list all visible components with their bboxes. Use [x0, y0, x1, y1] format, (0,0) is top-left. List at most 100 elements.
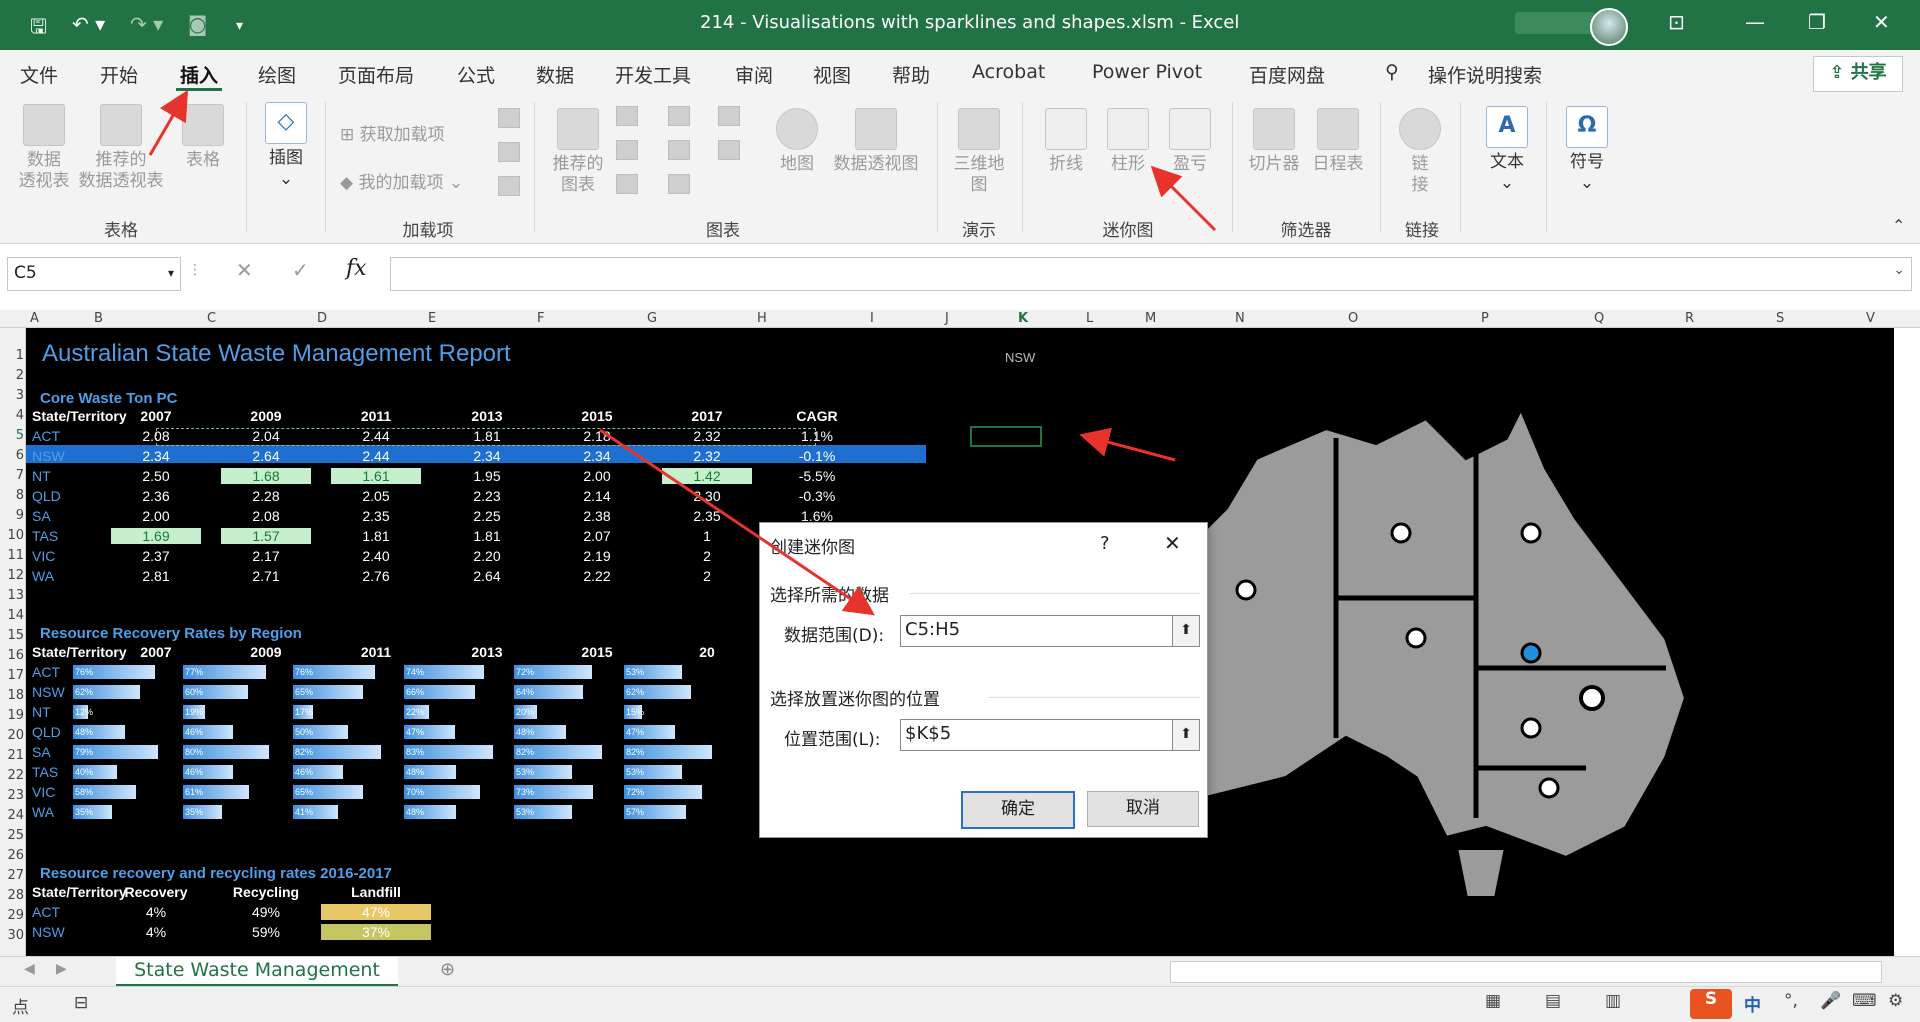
3d-map-button[interactable]: 三维地 图 — [950, 108, 1008, 196]
account-name[interactable] — [1515, 12, 1595, 34]
row-header[interactable]: 7 — [0, 468, 24, 483]
ok-button[interactable]: 确定 — [961, 791, 1075, 829]
row-header[interactable]: 21 — [0, 748, 24, 763]
my-addins-button[interactable]: ◆ 我的加载项 ⌄ — [340, 168, 463, 193]
column-header[interactable]: P — [1481, 311, 1489, 326]
slicer-button[interactable]: 切片器 — [1244, 108, 1304, 175]
column-header[interactable]: Q — [1594, 311, 1604, 326]
row-header[interactable]: 23 — [0, 788, 24, 803]
column-header[interactable]: H — [757, 311, 767, 326]
row-header[interactable]: 28 — [0, 888, 24, 903]
column-header[interactable]: C — [207, 311, 216, 326]
tas-marker[interactable] — [1538, 777, 1560, 799]
settings-icon[interactable]: ⚙ — [1888, 991, 1903, 1011]
ribbon-display-icon[interactable]: ⊡ — [1668, 10, 1685, 34]
row-header[interactable]: 12 — [0, 568, 24, 583]
tab-file[interactable]: 文件 — [20, 61, 58, 88]
row-header[interactable]: 9 — [0, 508, 24, 523]
tab-baidu[interactable]: 百度网盘 — [1249, 61, 1325, 88]
column-header[interactable]: A — [30, 311, 39, 326]
maps-button[interactable]: 地图 — [774, 108, 820, 175]
text-button[interactable]: A 文本 ⌄ — [1480, 106, 1534, 194]
people-icon[interactable] — [498, 108, 520, 128]
scatter-chart-icon[interactable] — [668, 174, 690, 194]
help-icon[interactable]: ? — [1100, 533, 1110, 554]
column-header[interactable]: O — [1348, 311, 1358, 326]
row-header[interactable]: 30 — [0, 928, 24, 943]
row-header[interactable]: 13 — [0, 588, 24, 603]
sa-marker[interactable] — [1405, 627, 1427, 649]
normal-view-icon[interactable]: ▦ — [1485, 991, 1501, 1011]
column-header[interactable]: S — [1776, 311, 1784, 326]
row-header[interactable]: 26 — [0, 848, 24, 863]
row-header[interactable]: 1 — [0, 348, 24, 363]
row-header[interactable]: 18 — [0, 688, 24, 703]
minimize-icon[interactable]: — — [1745, 10, 1765, 34]
collapse-dialog-icon[interactable]: ⬆ — [1172, 719, 1200, 751]
stat-chart-icon[interactable] — [668, 140, 690, 160]
nt-marker[interactable] — [1390, 522, 1412, 544]
close-icon[interactable]: ✕ — [1164, 531, 1181, 555]
undo-icon[interactable]: ↶ ▾ — [72, 12, 105, 36]
tab-data[interactable]: 数据 — [536, 61, 574, 88]
tab-draw[interactable]: 绘图 — [258, 61, 296, 88]
column-header[interactable]: N — [1235, 311, 1245, 326]
redo-icon[interactable]: ↷ ▾ — [130, 12, 163, 36]
row-header[interactable]: 24 — [0, 808, 24, 823]
formula-input[interactable]: ⌄ — [390, 257, 1912, 291]
active-cell-k5[interactable] — [970, 426, 1042, 447]
column-header[interactable]: E — [428, 311, 436, 326]
australia-map[interactable] — [1126, 398, 1686, 918]
sparkline-winloss-button[interactable]: 盈亏 — [1164, 108, 1216, 175]
close-icon[interactable]: ✕ — [1873, 10, 1890, 34]
punctuation-icon[interactable]: °, — [1784, 991, 1798, 1011]
data-range-input[interactable]: C5:H5 — [900, 615, 1178, 647]
sparkline-line-button[interactable]: 折线 — [1040, 108, 1092, 175]
combo-chart-icon[interactable] — [718, 140, 740, 160]
column-header[interactable]: I — [870, 311, 874, 326]
name-box[interactable]: C5 ▾ — [7, 257, 181, 291]
tab-review[interactable]: 审阅 — [735, 61, 773, 88]
sogou-ime-icon[interactable]: S — [1690, 989, 1732, 1019]
recommended-charts-button[interactable]: 推荐的 图表 — [548, 108, 608, 196]
row-header[interactable]: 17 — [0, 668, 24, 683]
row-header[interactable]: 14 — [0, 608, 24, 623]
column-header[interactable]: R — [1685, 311, 1694, 326]
link-button[interactable]: 链 接 — [1394, 108, 1446, 196]
bing-icon[interactable] — [498, 142, 520, 162]
column-header[interactable]: D — [317, 311, 327, 326]
row-header[interactable]: 27 — [0, 868, 24, 883]
row-header[interactable]: 22 — [0, 768, 24, 783]
page-layout-view-icon[interactable]: ▤ — [1545, 991, 1561, 1011]
table-button[interactable]: 表格 — [178, 104, 228, 171]
recommended-pivot-button[interactable]: 推荐的 数据透视表 — [76, 104, 166, 192]
column-header[interactable]: J — [945, 311, 949, 326]
row-header[interactable]: 6 — [0, 448, 24, 463]
timeline-button[interactable]: 日程表 — [1308, 108, 1368, 175]
expand-icon[interactable]: ⌄ — [1893, 262, 1905, 278]
act-marker[interactable] — [1579, 685, 1605, 711]
tab-acrobat[interactable]: Acrobat — [972, 61, 1045, 83]
function-icon[interactable]: fx — [346, 256, 367, 281]
tab-scroll-right-icon[interactable]: ▶ — [56, 961, 67, 977]
tab-developer[interactable]: 开发工具 — [615, 61, 691, 88]
row-header[interactable]: 3 — [0, 388, 24, 403]
share-button[interactable]: ⇪ 共享 — [1813, 56, 1903, 92]
row-header[interactable]: 25 — [0, 828, 24, 843]
tab-home[interactable]: 开始 — [100, 61, 138, 88]
customize-qat-icon[interactable]: ▾ — [236, 18, 243, 34]
enter-icon[interactable]: ✓ — [292, 258, 309, 282]
wa-marker[interactable] — [1235, 579, 1257, 601]
line-chart-icon[interactable] — [616, 140, 638, 160]
hierarchy-chart-icon[interactable] — [668, 106, 690, 126]
get-addins-button[interactable]: ⊞ 获取加载项 — [340, 120, 445, 145]
waterfall-chart-icon[interactable] — [718, 106, 740, 126]
row-header[interactable]: 4 — [0, 408, 24, 423]
row-header[interactable]: 20 — [0, 728, 24, 743]
tab-help[interactable]: 帮助 — [892, 61, 930, 88]
sheet-tab-state-waste[interactable]: State Waste Management — [116, 957, 398, 987]
tell-me-search[interactable]: 操作说明搜索 — [1428, 61, 1542, 88]
tab-scroll-left-icon[interactable]: ◀ — [24, 961, 35, 977]
column-header-active[interactable]: K — [1018, 311, 1028, 326]
qld-marker[interactable] — [1520, 522, 1542, 544]
